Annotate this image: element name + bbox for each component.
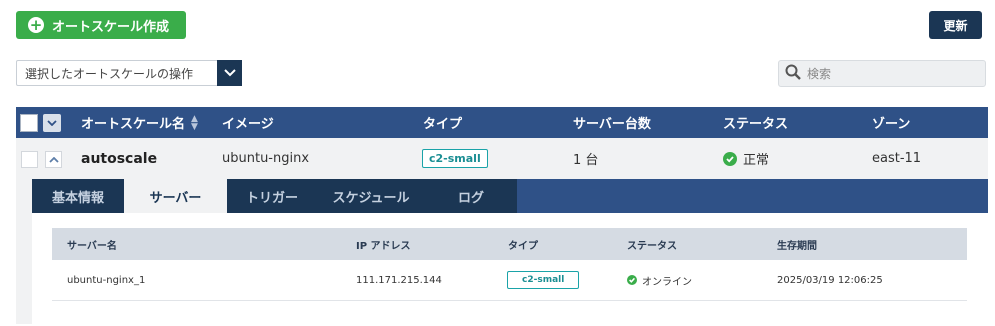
select-all-dropdown[interactable]	[43, 114, 61, 132]
column-header-server-count: サーバー台数	[573, 117, 651, 132]
server-type-badge: c2-small	[507, 271, 580, 289]
bulk-action-select[interactable]: 選択したオートスケールの操作	[16, 60, 242, 86]
server-column-lifetime: 生存期間	[777, 240, 817, 252]
server-column-status: ステータス	[627, 240, 677, 252]
select-all-checkbox[interactable]	[20, 114, 38, 132]
server-column-type: タイプ	[508, 240, 538, 252]
column-header-zone: ゾーン	[872, 117, 911, 132]
tab-triggers[interactable]: トリガー	[227, 179, 317, 213]
column-header-type: タイプ	[423, 117, 463, 132]
check-circle-icon	[627, 275, 637, 285]
sort-icon[interactable]: ▲ ▼	[191, 114, 198, 131]
refresh-button[interactable]: 更新	[929, 11, 982, 39]
row-collapse-toggle[interactable]	[45, 151, 62, 168]
chevron-down-icon[interactable]	[217, 60, 242, 86]
column-header-image: イメージ	[222, 117, 274, 132]
servers-table-header: サーバー名 IP アドレス タイプ ステータス 生存期間	[52, 228, 967, 260]
search-box[interactable]	[778, 60, 986, 87]
create-autoscale-label: オートスケール作成	[52, 19, 170, 35]
tab-schedule[interactable]: スケジュール	[317, 179, 425, 213]
search-input[interactable]	[805, 65, 979, 82]
status-text: 正常	[743, 153, 770, 168]
row-checkbox[interactable]	[21, 151, 38, 168]
row-detail-panel: 基本情報 サーバー トリガー スケジュール ログ サーバー名 IP アドレス タ…	[16, 179, 988, 324]
server-count-value: 1 台	[573, 153, 599, 168]
servers-panel: サーバー名 IP アドレス タイプ ステータス 生存期間 ubuntu-ngin…	[32, 213, 988, 324]
image-value: ubuntu-nginx	[222, 151, 310, 166]
tab-basic-info[interactable]: 基本情報	[32, 179, 124, 213]
server-name: ubuntu-nginx_1	[67, 274, 146, 286]
tab-log[interactable]: ログ	[425, 179, 517, 213]
type-badge: c2-small	[422, 149, 488, 168]
tab-bar-fill	[517, 179, 988, 213]
detail-tabs: 基本情報 サーバー トリガー スケジュール ログ	[32, 179, 988, 213]
check-circle-icon	[723, 151, 737, 166]
chevron-down-icon	[47, 120, 57, 126]
server-ip: 111.171.215.144	[356, 274, 442, 286]
table-row[interactable]: autoscale ubuntu-nginx c2-small 1 台 正常 e…	[16, 138, 988, 179]
tab-servers[interactable]: サーバー	[124, 179, 227, 213]
server-column-name: サーバー名	[67, 240, 117, 252]
server-column-ip: IP アドレス	[356, 240, 411, 252]
status-cell: 正常	[723, 138, 769, 179]
bulk-action-label: 選択したオートスケールの操作	[25, 66, 194, 81]
column-header-status: ステータス	[723, 117, 789, 132]
column-header-name-label: オートスケール名	[81, 117, 186, 132]
server-lifetime: 2025/03/19 12:06:25	[777, 274, 883, 286]
search-icon	[785, 64, 801, 84]
autoscale-table-header: オートスケール名 ▲ ▼ イメージ タイプ サーバー台数 ステータス ゾーン	[16, 107, 988, 138]
autoscale-name[interactable]: autoscale	[81, 138, 157, 179]
zone-value: east-11	[872, 151, 922, 166]
column-header-name[interactable]: オートスケール名 ▲ ▼	[81, 107, 198, 138]
plus-circle-icon: +	[28, 15, 44, 34]
server-row[interactable]: ubuntu-nginx_1 111.171.215.144 c2-small …	[52, 260, 967, 301]
create-autoscale-button[interactable]: + オートスケール作成	[16, 11, 186, 39]
server-status-cell: オンライン	[627, 260, 692, 300]
chevron-up-icon	[48, 156, 59, 163]
server-status-text: オンライン	[642, 276, 692, 288]
